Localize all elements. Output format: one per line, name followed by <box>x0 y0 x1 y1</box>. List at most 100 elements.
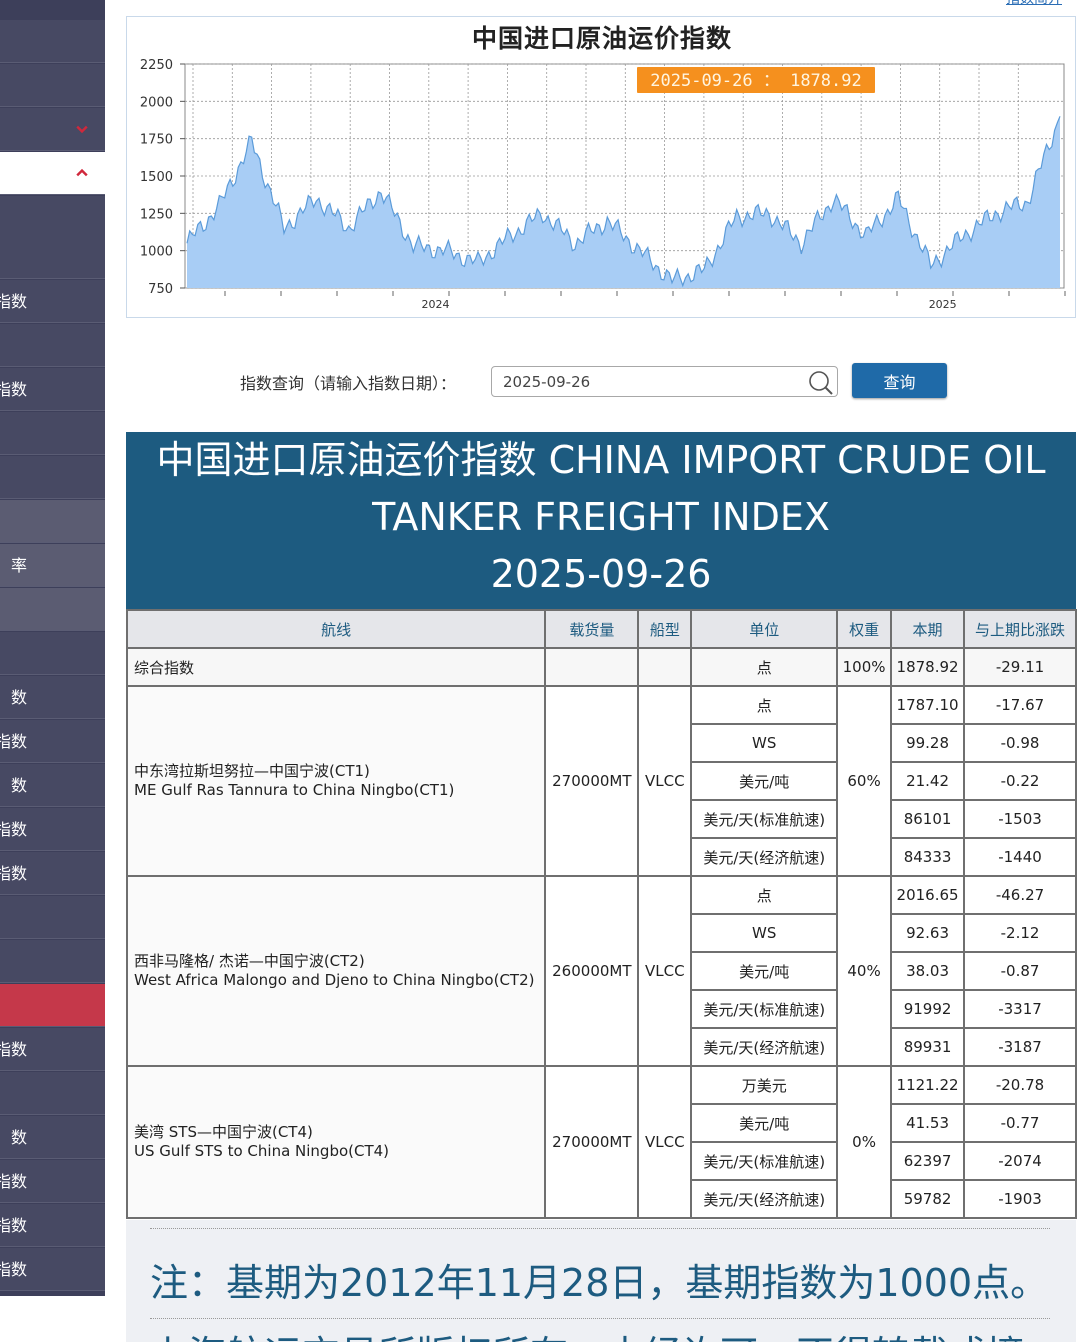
column-header: 权重 <box>836 609 893 649</box>
sidebar-item-label: 价指数 <box>0 732 27 751</box>
query-button[interactable]: 查询 <box>852 363 947 398</box>
change-cell: -1440 <box>963 837 1077 877</box>
x-tick-label: 2025 <box>929 298 957 311</box>
sidebar-item[interactable]: 数 <box>0 1116 105 1159</box>
change-cell: -17.67 <box>963 685 1077 725</box>
divider <box>150 1318 1050 1319</box>
unit-cell: WS <box>690 913 839 953</box>
y-tick-label: 750 <box>148 282 173 297</box>
index-intro-link[interactable]: 指数简介 <box>1006 0 1062 8</box>
change-cell: -46.27 <box>963 875 1077 915</box>
unit-cell: 美元/天(经济航速) <box>690 1027 839 1067</box>
change-cell: -3317 <box>963 989 1077 1029</box>
ship-cell <box>637 647 693 687</box>
change-cell: -20.78 <box>963 1065 1077 1105</box>
column-header: 与上期比涨跌 <box>963 609 1077 649</box>
unit-cell: 美元/天(经济航速) <box>690 1179 839 1219</box>
index-header-line1: 中国进口原油运价指数 CHINA IMPORT CRUDE OIL <box>156 438 1046 482</box>
table-row: 中东湾拉斯坦努拉—中国宁波(CT1) ME Gulf Ras Tannura to… <box>125 685 1077 877</box>
index-header-date: 2025-09-26 <box>490 552 712 596</box>
unit-cell: 万美元 <box>690 1065 839 1105</box>
change-cell: -0.77 <box>963 1103 1077 1143</box>
weight-cell: 60% <box>836 685 893 877</box>
sidebar-item[interactable] <box>0 196 105 239</box>
chart-series <box>186 116 1061 288</box>
query-label: 指数查询（请输入指数日期）： <box>240 374 457 393</box>
chevron-up-icon[interactable] <box>76 167 88 177</box>
table-row: 西非马隆格/ 杰诺—中国宁波(CT2) West Africa Malongo a… <box>125 875 1077 1067</box>
y-tick-label: 1250 <box>140 207 173 222</box>
current-value-cell: 91992 <box>890 989 966 1029</box>
table-row: 美湾 STS—中国宁波(CT4) US Gulf STS to China Nin… <box>125 1065 1077 1219</box>
unit-cell: 美元/天(标准航速) <box>690 989 839 1029</box>
route-cell: 综合指数 <box>125 647 547 687</box>
sidebar-item[interactable] <box>0 632 105 675</box>
chevron-down-icon[interactable] <box>76 123 88 134</box>
sidebar-item[interactable] <box>0 64 105 107</box>
sidebar-item[interactable]: 指数 <box>0 808 105 851</box>
sidebar-item[interactable]: 运量指数 <box>0 1160 105 1203</box>
change-cell: -2.12 <box>963 913 1077 953</box>
current-value-cell: 99.28 <box>890 723 966 763</box>
sidebar-item[interactable]: 指数 <box>0 1204 105 1247</box>
load-cell <box>544 647 640 687</box>
search-icon[interactable] <box>807 369 835 397</box>
sidebar-item[interactable] <box>0 412 105 455</box>
current-value-cell: 84333 <box>890 837 966 877</box>
note-area: 注：基期为2012年11月28日，基期指数为1000点。 上海航运交易所版权所有… <box>126 1220 1076 1342</box>
sidebar-item-label: 数 <box>10 1128 27 1147</box>
route-name-en: West Africa Malongo and Djeno to China N… <box>134 971 535 989</box>
route-cell: 美湾 STS—中国宁波(CT4) US Gulf STS to China Nin… <box>125 1065 547 1219</box>
sidebar-item[interactable] <box>0 500 105 543</box>
unit-cell: 点 <box>690 875 839 915</box>
unit-cell: 美元/天(经济航速) <box>690 837 839 877</box>
route-name-en: ME Gulf Ras Tannura to China Ningbo(CT1) <box>134 781 455 799</box>
sidebar-item[interactable]: 指数 <box>0 280 105 323</box>
freight-index-table: 航线 载货量 船型 单位 权重 本期 与上期比涨跌 综合指数点 100% 1878.… <box>125 609 1077 1219</box>
load-cell: 270000MT <box>544 685 640 877</box>
unit-cell: WS <box>690 723 839 763</box>
table-header-row: 航线 载货量 船型 单位 权重 本期 与上期比涨跌 <box>125 609 1077 649</box>
sidebar-item[interactable] <box>0 896 105 939</box>
change-cell: -0.87 <box>963 951 1077 991</box>
sidebar-item[interactable] <box>0 108 105 151</box>
sidebar-item[interactable]: 运指数 <box>0 1028 105 1071</box>
sidebar-item[interactable] <box>0 20 105 63</box>
sidebar-item[interactable] <box>0 152 105 195</box>
date-query-input[interactable] <box>491 366 838 397</box>
sidebar-item[interactable] <box>0 984 105 1027</box>
table-row: 综合指数 点 100% 1878.92 -29.11 <box>125 647 1077 687</box>
current-value-cell: 21.42 <box>890 761 966 801</box>
x-tick-label: 2024 <box>422 298 450 311</box>
sidebar-item[interactable] <box>0 588 105 631</box>
sidebar-item-label: 洲指数 <box>0 1260 27 1279</box>
ship-cell: VLCC <box>637 875 693 1067</box>
chart-panel: 750 1000 1250 1500 1750 2000 2250 2024 2025 2025… <box>126 16 1076 318</box>
sidebar-item[interactable] <box>0 236 105 279</box>
weight-cell: 0% <box>836 1065 893 1219</box>
weight-cell: 100% <box>836 647 893 687</box>
change-cell: -0.98 <box>963 723 1077 763</box>
change-cell: -2074 <box>963 1141 1077 1181</box>
sidebar-item[interactable]: 洲指数 <box>0 1248 105 1291</box>
sidebar-item[interactable]: 数 <box>0 764 105 807</box>
sidebar-item[interactable] <box>0 1072 105 1115</box>
sidebar-item[interactable] <box>0 324 105 367</box>
sidebar-item-label: 指数 <box>0 864 27 883</box>
sidebar-item[interactable]: 价指数 <box>0 368 105 411</box>
sidebar-item[interactable]: 率 <box>0 544 105 587</box>
tooltip-text: 2025-09-26 ： 1878.92 <box>650 71 861 91</box>
sidebar-item[interactable]: 数 <box>0 676 105 719</box>
price-index-chart[interactable]: 750 1000 1250 1500 1750 2000 2250 2024 2025 2025… <box>127 17 1077 319</box>
current-value-cell: 62397 <box>890 1141 966 1181</box>
base-period-note: 注：基期为2012年11月28日，基期指数为1000点。 <box>150 1261 1049 1305</box>
sidebar-item[interactable] <box>0 456 105 499</box>
y-tick-label: 1500 <box>140 170 173 185</box>
route-name-cn: 美湾 STS—中国宁波(CT4) <box>134 1123 313 1141</box>
sidebar-item[interactable]: 指数 <box>0 852 105 895</box>
column-header: 船型 <box>637 609 693 649</box>
load-cell: 270000MT <box>544 1065 640 1219</box>
sidebar-item[interactable] <box>0 940 105 983</box>
sidebar-item[interactable]: 价指数 <box>0 720 105 763</box>
change-cell: -3187 <box>963 1027 1077 1067</box>
